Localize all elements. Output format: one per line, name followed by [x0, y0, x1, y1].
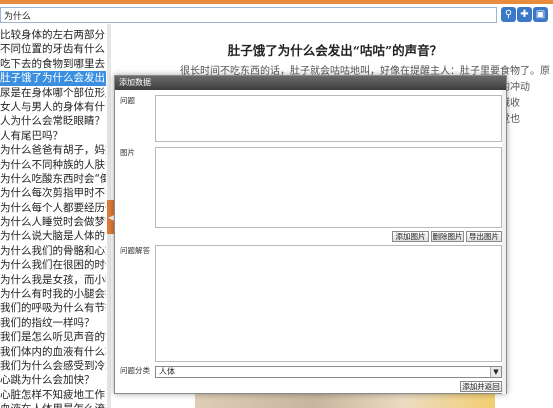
search-bar: ⚲ ✚ ▣: [0, 6, 553, 24]
question-label: 问题: [120, 96, 135, 105]
list-item[interactable]: 为什么有时我的小腿会抽: [0, 287, 106, 301]
list-item[interactable]: 为什么不同种族的人肤色: [0, 158, 106, 172]
top-accent-strip: [0, 0, 553, 4]
list-item[interactable]: 为什么每次剪指甲时不会: [0, 186, 106, 200]
list-item[interactable]: 为什么说大脑是人体的“: [0, 229, 106, 243]
list-item[interactable]: 为什么吃酸东西时会“倒: [0, 172, 106, 186]
article-title: 肚子饿了为什么会发出“咕咕”的声音？: [227, 43, 443, 58]
list-item[interactable]: 我们为什么会感受到冷或: [0, 359, 106, 373]
list-item[interactable]: 女人与男人的身体有什么: [0, 100, 106, 114]
list-item[interactable]: 为什么我们的骨骼和心室: [0, 244, 106, 258]
list-item[interactable]: 我们的指纹一样吗？: [0, 316, 106, 330]
list-item[interactable]: 为什么每个人都要经历一: [0, 201, 106, 215]
list-item[interactable]: 血液在人体里是怎么流动: [0, 402, 106, 408]
category-label: 问题分类: [120, 366, 150, 375]
answer-textarea[interactable]: [155, 245, 502, 362]
dialog-title: 添加数据: [115, 76, 506, 90]
list-item[interactable]: 尿是在身体哪个部位形成: [0, 86, 106, 100]
list-item[interactable]: 人为什么会常眨眼睛？: [0, 114, 106, 128]
list-item[interactable]: 为什么爸爸有胡子，妈妈: [0, 143, 106, 157]
list-item[interactable]: 心脏怎样不知疲地工作，它: [0, 388, 106, 402]
list-item[interactable]: 吃下去的食物到哪里去了: [0, 57, 106, 71]
answer-label: 问题解答: [120, 246, 150, 255]
dialog-scrollbar[interactable]: [502, 90, 506, 394]
list-item[interactable]: 比较身体的左右两部分，: [0, 28, 106, 42]
list-item[interactable]: 我们是怎么听见声音的？: [0, 330, 106, 344]
search-input[interactable]: [0, 7, 497, 23]
list-item[interactable]: 为什么人睡觉时会做梦？: [0, 215, 106, 229]
question-textarea[interactable]: [155, 95, 502, 142]
list-item[interactable]: 不同位置的牙齿有什么区: [0, 42, 106, 56]
chevron-down-icon[interactable]: ▼: [490, 367, 501, 377]
list-item[interactable]: 我们的呼吸为什么有节律: [0, 301, 106, 315]
delete-image-button[interactable]: 删除图片: [431, 231, 464, 242]
add-image-button[interactable]: 添加图片: [392, 231, 429, 242]
list-item[interactable]: 我们体内的血液有什么功: [0, 345, 106, 359]
category-value: 人体: [159, 367, 175, 376]
add-icon[interactable]: ✚: [517, 7, 532, 22]
image-label: 图片: [120, 148, 135, 157]
question-list: 比较身体的左右两部分， 不同位置的牙齿有什么区 吃下去的食物到哪里去了 肚子饿了为什么…: [0, 28, 106, 408]
list-item[interactable]: 为什么我是女孩，而小明: [0, 273, 106, 287]
export-image-button[interactable]: 导出图片: [466, 231, 502, 242]
save-icon[interactable]: ▣: [533, 7, 548, 22]
add-data-dialog: 添加数据 问题 图片 添加图片 删除图片 导出图片 问题解答 问题分类 人体 ▼…: [114, 75, 507, 394]
image-box[interactable]: [155, 147, 502, 228]
list-item[interactable]: 为什么我们在很困的时候: [0, 258, 106, 272]
list-item[interactable]: 心跳为什么会加快？: [0, 373, 106, 387]
list-item[interactable]: 肚子饿了为什么会发出“: [0, 71, 106, 86]
search-icon[interactable]: ⚲: [501, 7, 516, 22]
list-item[interactable]: 人有尾巴吗？: [0, 129, 106, 143]
category-select[interactable]: 人体 ▼: [155, 366, 502, 378]
add-and-return-button[interactable]: 添加并返回: [460, 381, 502, 392]
